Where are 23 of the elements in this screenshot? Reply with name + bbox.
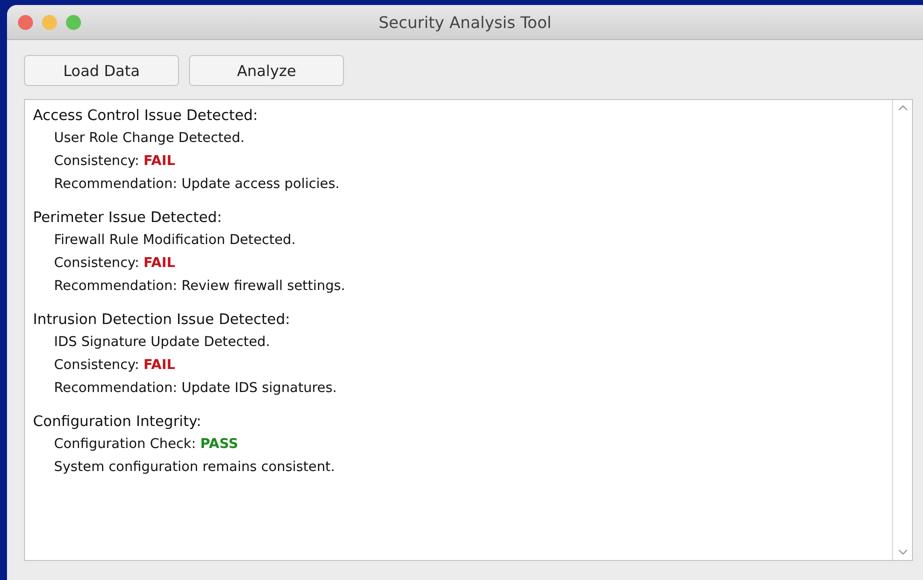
scroll-up-icon[interactable] [896, 104, 908, 112]
result-line: Recommendation: Review firewall settings. [53, 277, 346, 296]
result-line: User Role Change Detected. [53, 129, 246, 148]
scroll-down-icon[interactable] [896, 548, 908, 556]
result-line: Recommendation: Update IDS signatures. [53, 379, 338, 398]
result-line: Firewall Rule Modification Detected. [53, 231, 297, 250]
result-line: Consistency: FAIL [53, 152, 176, 171]
result-line: Configuration Check: PASS [53, 435, 240, 454]
result-line: Recommendation: Update access policies. [53, 175, 341, 194]
section-heading: Configuration Integrity: [33, 413, 202, 432]
result-line: IDS Signature Update Detected. [53, 333, 272, 352]
result-line: Consistency: FAIL [53, 356, 176, 375]
toolbar-button[interactable]: Load Data [24, 55, 179, 86]
result-line: Consistency: FAIL [53, 254, 176, 273]
minimize-button[interactable] [42, 14, 57, 30]
window-title: Security Analysis Tool [378, 12, 552, 32]
result-line: System configuration remains consistent. [53, 458, 336, 477]
section-heading: Intrusion Detection Issue Detected: [33, 311, 292, 330]
section-heading: Perimeter Issue Detected: [33, 209, 223, 228]
zoom-button[interactable] [66, 14, 81, 30]
toolbar-button[interactable]: Analyze [189, 55, 344, 86]
section-heading: Access Control Issue Detected: [33, 107, 259, 126]
close-button[interactable] [18, 14, 33, 30]
